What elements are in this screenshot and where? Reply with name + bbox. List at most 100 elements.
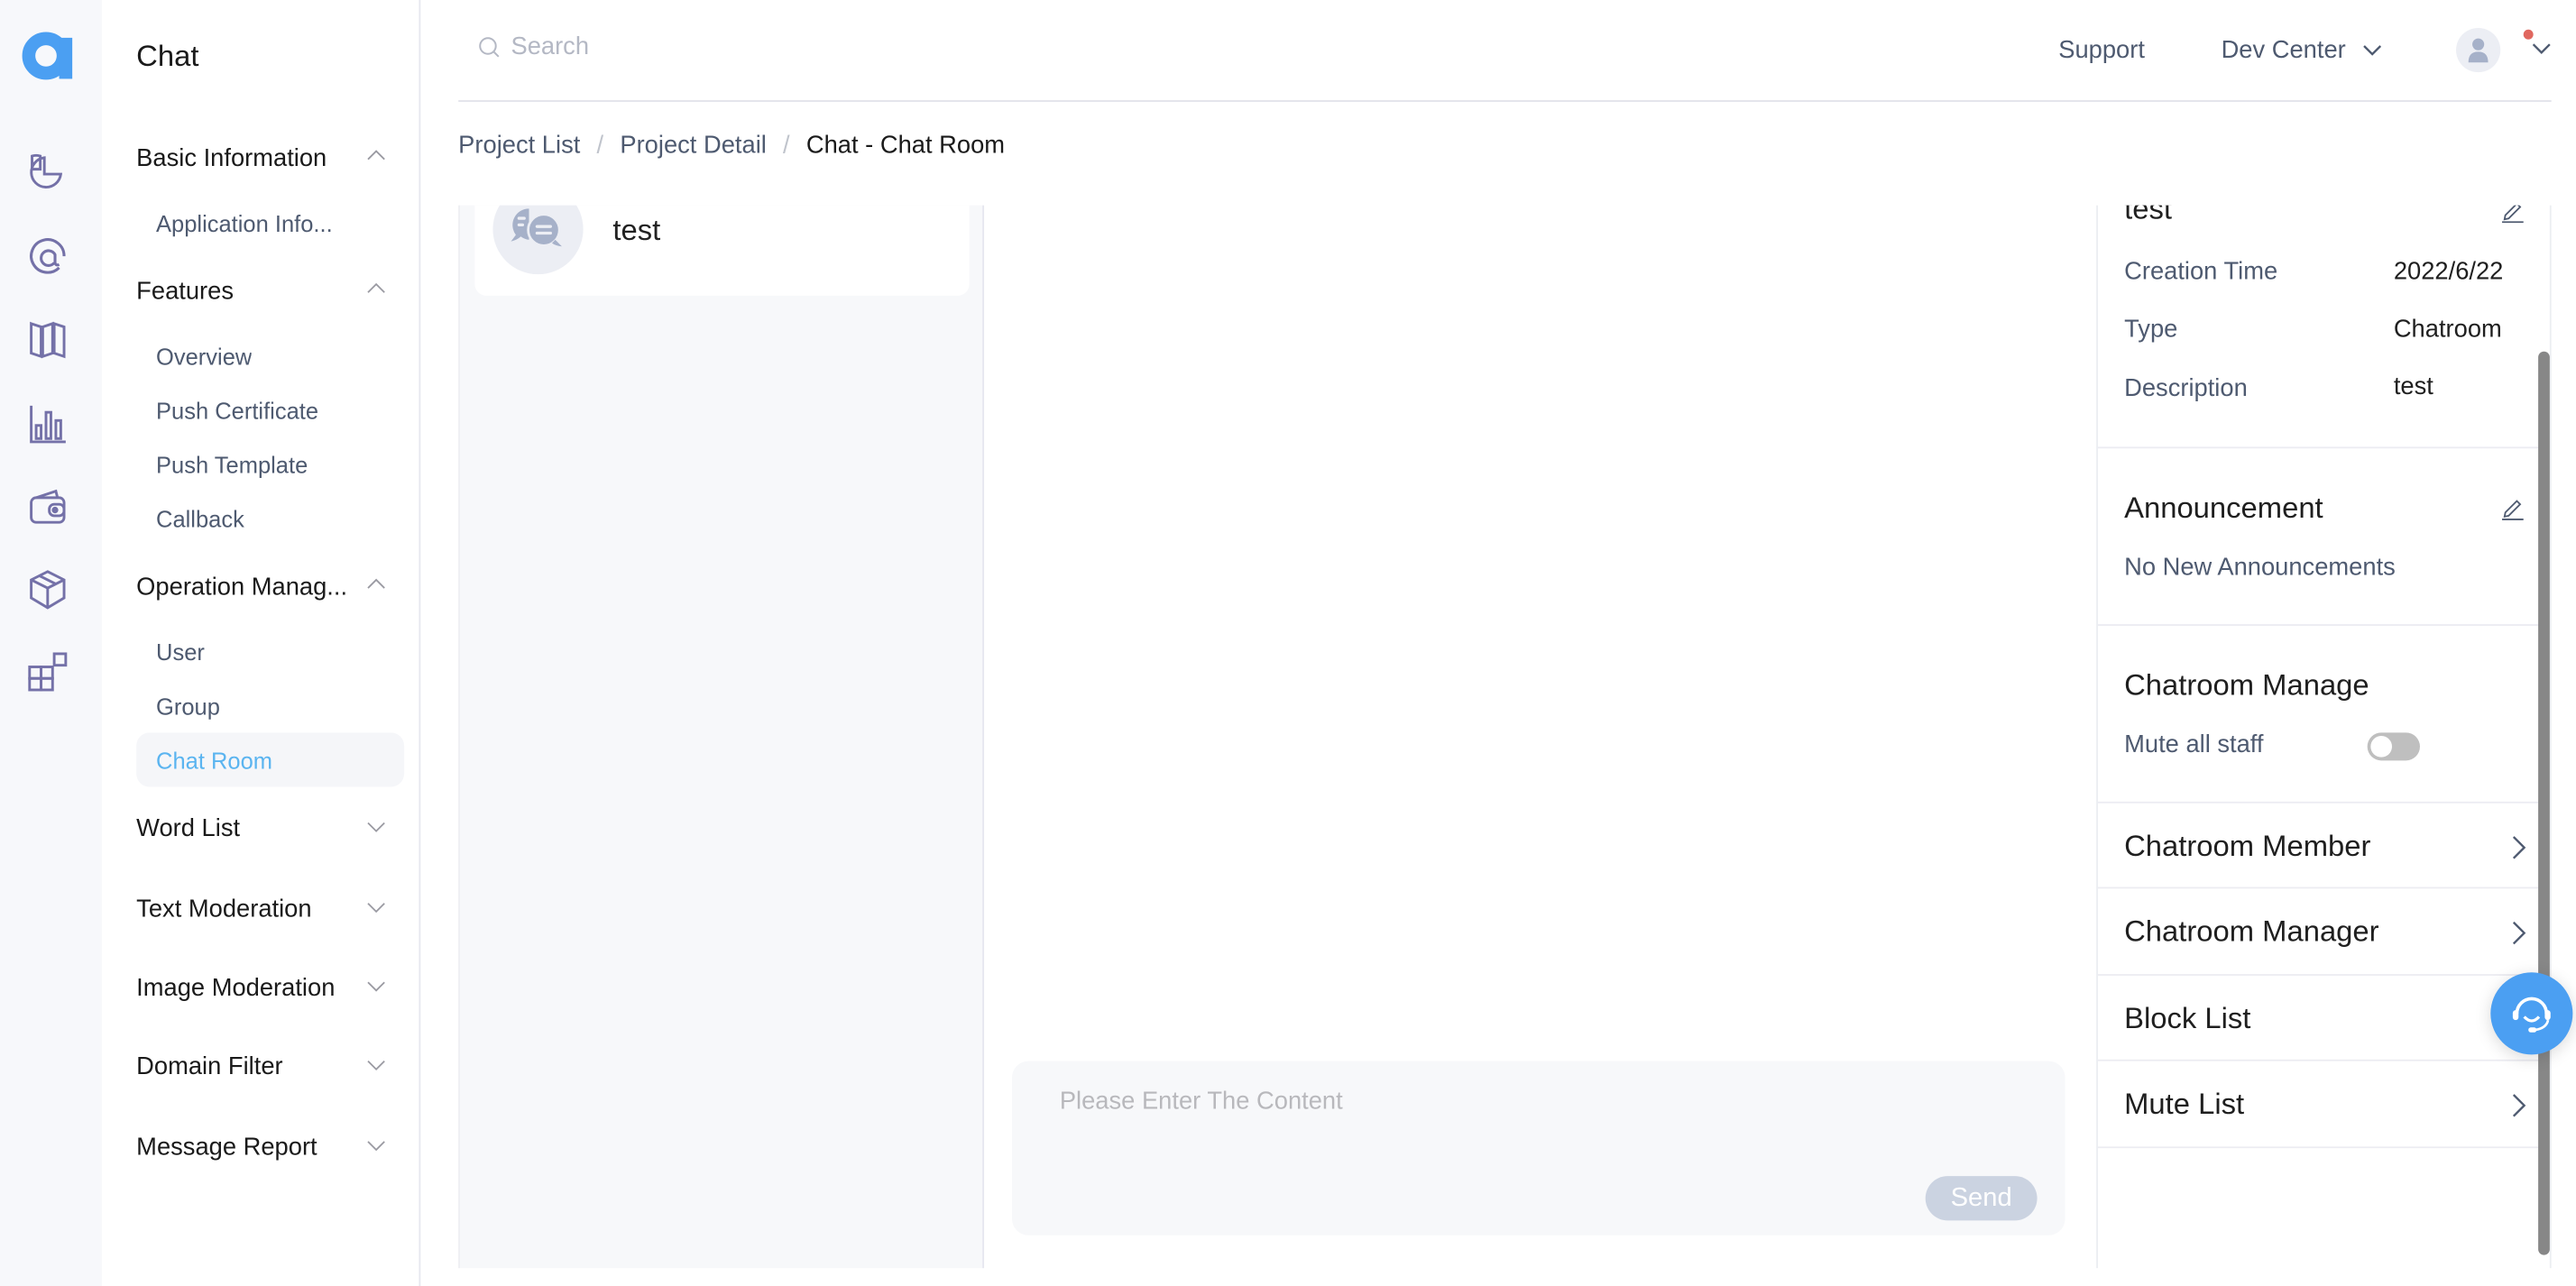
menu-item-overview[interactable]: Overview xyxy=(156,344,252,370)
box-icon[interactable] xyxy=(26,568,69,611)
menu-group-message-report[interactable]: Message Report xyxy=(136,1134,399,1162)
search-placeholder: Search xyxy=(511,32,590,61)
chat-bubbles-icon xyxy=(511,208,562,247)
menu-group-domain-filter[interactable]: Domain Filter xyxy=(136,1053,399,1081)
mute-list-link[interactable]: Mute List xyxy=(2124,1088,2526,1122)
chevron-down-icon xyxy=(367,822,385,832)
chevron-up-icon xyxy=(367,282,385,293)
divider xyxy=(2097,886,2542,889)
apps-grid-icon[interactable] xyxy=(26,650,69,693)
app-root: Chat Basic Information Application Info.… xyxy=(0,0,2576,1286)
divider xyxy=(2097,974,2542,976)
top-header: Search Support Dev Center xyxy=(458,0,2552,102)
link-label: Block List xyxy=(2124,1002,2251,1035)
breadcrumb-project-detail[interactable]: Project Detail xyxy=(620,132,766,160)
bar-chart-icon[interactable] xyxy=(26,402,69,445)
mute-all-label: Mute all staff xyxy=(2124,730,2264,759)
dev-center-dropdown[interactable]: Dev Center xyxy=(2222,36,2383,64)
search-icon xyxy=(479,36,500,57)
brand-logo-icon[interactable] xyxy=(22,30,74,82)
wallet-icon[interactable] xyxy=(26,486,69,528)
chatroom-manager-link[interactable]: Chatroom Manager xyxy=(2124,915,2526,950)
field-label: Type xyxy=(2124,315,2178,344)
mute-all-toggle[interactable] xyxy=(2367,732,2420,761)
menu-item-group[interactable]: Group xyxy=(156,694,220,720)
menu-group-image-moderation[interactable]: Image Moderation xyxy=(136,974,399,1002)
menu-group-features[interactable]: Features xyxy=(136,278,399,306)
chevron-down-icon xyxy=(367,1141,385,1152)
menu-group-word-list[interactable]: Word List xyxy=(136,814,399,842)
divider xyxy=(2097,801,2542,804)
divider xyxy=(2097,446,2542,449)
block-list-link[interactable]: Block List xyxy=(2124,1002,2526,1036)
chevron-right-icon xyxy=(2512,836,2526,859)
chat-room-list: test xyxy=(458,205,985,1269)
menu-group-text-moderation[interactable]: Text Moderation xyxy=(136,896,399,923)
message-input[interactable] xyxy=(1012,1061,2065,1235)
at-sign-icon[interactable] xyxy=(26,234,69,277)
chevron-right-icon xyxy=(2512,921,2526,945)
chevron-up-icon xyxy=(367,150,385,161)
field-label: Creation Time xyxy=(2124,257,2278,286)
menu-group-label: Word List xyxy=(136,814,241,843)
breadcrumb-project-list[interactable]: Project List xyxy=(458,132,580,160)
notification-dot xyxy=(2523,29,2534,40)
divider xyxy=(2097,1059,2542,1061)
info-row-creation-time: Creation Time 2022/6/22 xyxy=(2124,257,2503,286)
menu-group-operation-management[interactable]: Operation Manag... xyxy=(136,574,399,602)
chatroom-member-link[interactable]: Chatroom Member xyxy=(2124,830,2526,864)
link-label: Chatroom Member xyxy=(2124,829,2371,863)
announcement-title: Announcement xyxy=(2124,491,2323,525)
room-name: test xyxy=(612,213,661,247)
menu-group-label: Basic Information xyxy=(136,144,327,173)
user-menu-chevron-icon[interactable] xyxy=(2532,42,2552,56)
divider xyxy=(2097,624,2542,626)
menu-group-label: Features xyxy=(136,277,235,306)
chevron-down-icon xyxy=(367,1060,385,1071)
user-avatar[interactable] xyxy=(2456,27,2501,73)
link-label: Mute List xyxy=(2124,1087,2245,1121)
headset-icon xyxy=(2512,997,2551,1033)
message-compose: Send xyxy=(1012,1061,2065,1235)
edit-room-icon[interactable] xyxy=(2498,205,2525,224)
info-row-type: Type Chatroom xyxy=(2124,315,2502,344)
breadcrumb: Project List / Project Detail / Chat - Chat … xyxy=(458,132,1005,160)
edit-announcement-icon[interactable] xyxy=(2498,494,2525,520)
menu-group-label: Operation Manag... xyxy=(136,573,348,602)
link-label: Chatroom Manager xyxy=(2124,914,2379,948)
info-row-description: Description test xyxy=(2124,372,2433,403)
chevron-down-icon xyxy=(367,903,385,914)
chatroom-manage-title: Chatroom Manage xyxy=(2124,668,2369,702)
menu-item-push-template[interactable]: Push Template xyxy=(156,452,308,478)
customer-support-button[interactable] xyxy=(2490,972,2573,1055)
chat-room-list-item[interactable]: test xyxy=(474,205,970,296)
announcement-text: No New Announcements xyxy=(2124,553,2396,582)
info-panel-scrollbar[interactable] xyxy=(2538,351,2550,1255)
map-icon[interactable] xyxy=(26,318,69,361)
support-link[interactable]: Support xyxy=(2058,36,2145,64)
breadcrumb-separator: / xyxy=(596,131,604,160)
divider xyxy=(2097,1146,2542,1149)
menu-item-application-info[interactable]: Application Info... xyxy=(156,210,333,236)
dev-center-label: Dev Center xyxy=(2221,36,2346,65)
chevron-down-icon xyxy=(367,981,385,992)
breadcrumb-separator: / xyxy=(783,131,790,160)
pie-chart-icon[interactable] xyxy=(26,152,69,194)
field-label: Description xyxy=(2124,374,2248,403)
send-button[interactable]: Send xyxy=(1925,1176,2038,1221)
menu-group-label: Domain Filter xyxy=(136,1052,283,1081)
app-title: Chat xyxy=(136,39,199,73)
field-value: test xyxy=(2393,372,2433,401)
field-value: Chatroom xyxy=(2393,315,2502,344)
chat-room-info-panel: test Creation Time 2022/6/22 Type Chatro… xyxy=(2096,205,2552,1269)
chevron-down-icon xyxy=(2363,45,2382,56)
chevron-right-icon xyxy=(2512,1094,2526,1117)
room-title: test xyxy=(2124,205,2172,225)
menu-item-user[interactable]: User xyxy=(156,639,205,666)
menu-item-push-certificate[interactable]: Push Certificate xyxy=(156,398,318,424)
toggle-knob xyxy=(2370,736,2393,758)
menu-item-chat-room[interactable]: Chat Room xyxy=(156,748,272,774)
menu-group-basic-information[interactable]: Basic Information xyxy=(136,144,399,172)
search-box[interactable]: Search xyxy=(478,32,589,60)
menu-item-callback[interactable]: Callback xyxy=(156,506,244,532)
